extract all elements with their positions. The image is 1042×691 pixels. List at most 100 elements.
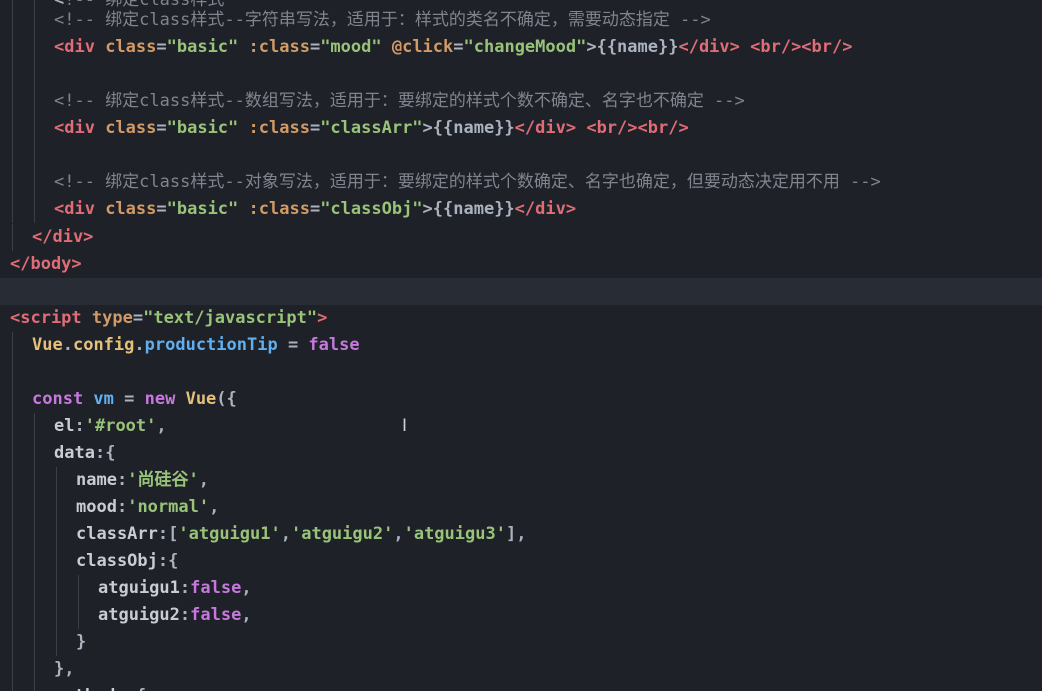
indent-guide [34,521,35,548]
code-line[interactable] [0,61,1042,88]
code-token: = [113,389,145,409]
code-text: } [76,629,86,656]
code-token: data [54,443,95,463]
code-text: classArr:['atguigu1','atguigu2','atguigu… [76,521,526,548]
code-line[interactable]: el:'#root', [0,413,1042,440]
code-token: 'atguigu1' [178,524,281,544]
code-line[interactable]: <!-- 绑定class样式--字符串写法，适用于：样式的类名不确定，需要动态指… [0,7,1042,34]
indent-guide [12,7,13,34]
code-token: @click [381,37,454,57]
code-token: <div [54,199,95,219]
code-token: false [190,605,242,625]
indent-guide [56,467,57,494]
code-token: Vue [32,335,63,355]
indent-guide [56,494,57,521]
code-token: methods [54,686,126,691]
indent-guide [34,440,35,467]
code-text: const vm = new Vue({ [32,386,237,413]
code-token: : [74,416,85,436]
code-token: > [317,308,328,328]
code-line[interactable] [0,142,1042,169]
indent-guide [78,575,79,602]
code-token: "classArr" [320,118,423,138]
code-line[interactable]: <div class="basic" :class="classObj">{{n… [0,196,1042,223]
indent-guide [12,34,13,61]
code-token: :class [238,199,310,219]
code-token: config [72,335,135,355]
indent-guide [56,629,57,656]
code-token: classArr [76,524,158,544]
code-token: >{{name}} [422,199,515,219]
indent-guide [56,548,57,575]
indent-guide [12,629,13,656]
code-line[interactable]: <script type="text/javascript"> [0,305,1042,332]
indent-guide [12,575,13,602]
code-token: = [309,37,321,57]
code-line[interactable]: <!-- 绑定class样式--对象写法，适用于：要绑定的样式个数确定、名字也确… [0,169,1042,196]
code-text: <div class="basic" :class="mood" @click=… [54,34,852,61]
code-line[interactable]: <!-- 绑定class样式--数组写法，适用于：要绑定的样式个数不确定、名字也… [0,88,1042,115]
code-line[interactable]: data:{ [0,440,1042,467]
code-token: false [308,335,360,355]
code-token: = [156,37,167,57]
code-text: </div> [32,224,93,251]
code-line[interactable]: const vm = new Vue({ [0,386,1042,413]
code-token: </div> [514,199,577,219]
code-line[interactable]: } [0,629,1042,656]
code-token: } [76,632,87,652]
code-line[interactable]: </body> [0,251,1042,278]
indent-guide [12,656,13,683]
indent-guide [34,548,35,575]
code-line[interactable]: mood:'normal', [0,494,1042,521]
code-token: "changeMood" [463,37,587,57]
indent-guide [34,602,35,629]
indent-guide [12,683,13,691]
code-token: <!-- 绑定class样式--字符串写法，适用于：样式的类名不确定，需要动态指… [54,10,711,30]
indent-guide [12,413,13,440]
code-token: class [94,37,157,57]
indent-guide [34,656,35,683]
indent-guide [34,88,35,115]
code-token: = [277,335,309,355]
code-line[interactable]: Vue.config.productionTip = false [0,332,1042,359]
code-line[interactable]: classArr:['atguigu1','atguigu2','atguigu… [0,521,1042,548]
indent-guide [34,575,35,602]
code-token: = [156,199,167,219]
code-line[interactable]: name:'尚硅谷', [0,467,1042,494]
code-token: Vue [175,389,217,409]
code-token: = [453,37,464,57]
indent-guide [34,494,35,521]
text-cursor-icon: I [402,416,408,436]
code-token: "basic" [166,37,239,57]
code-line[interactable]: methods:{ [0,683,1042,691]
code-text: <!-- 绑定class样式--字符串写法，适用于：样式的类名不确定，需要动态指… [54,7,711,34]
code-token: , [280,524,291,544]
code-token: 'atguigu3' [403,524,506,544]
code-token: </div> [514,118,577,138]
code-token: productionTip [144,335,278,355]
code-token: >{{name}} [422,118,515,138]
code-line[interactable] [0,359,1042,386]
code-line[interactable]: <div class="basic" :class="mood" @click=… [0,34,1042,61]
code-line[interactable]: <div class="basic" :class="classArr">{{n… [0,115,1042,142]
code-text: }, [54,656,74,683]
code-token: <br/><br/> [576,118,689,138]
code-line[interactable]: }, [0,656,1042,683]
code-token: new [144,389,176,409]
code-token: </div> [32,227,94,247]
code-editor[interactable]: <!-- 绑定class样式 <!-- 绑定class样式--字符串写法，适用于：… [0,0,1042,691]
code-line[interactable]: classObj:{ [0,548,1042,575]
indent-guide [34,142,35,169]
code-token: <div [54,118,95,138]
code-token: "mood" [320,37,382,57]
code-token: <br/><br/> [739,37,853,57]
code-line[interactable] [0,278,1042,305]
code-token: = [156,118,167,138]
code-line[interactable]: atguigu1:false, [0,575,1042,602]
code-line[interactable]: atguigu2:false, [0,602,1042,629]
indent-guide [12,115,13,142]
code-token: </div> [678,37,740,57]
code-token: <!-- 绑定class样式--对象写法，适用于：要绑定的样式个数确定、名字也确… [54,172,881,192]
code-line[interactable]: </div> [0,224,1042,251]
code-text: <div class="basic" :class="classObj">{{n… [54,196,576,223]
